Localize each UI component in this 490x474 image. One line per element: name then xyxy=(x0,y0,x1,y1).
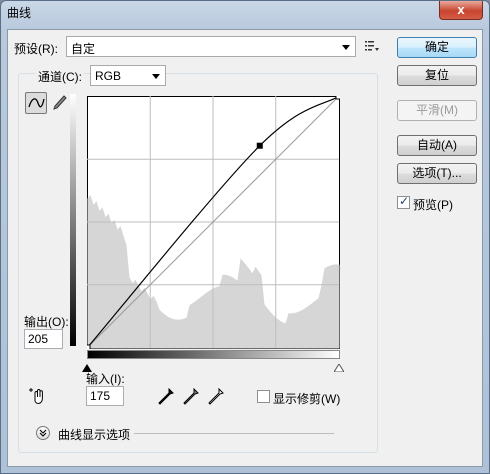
channel-select[interactable]: RGB xyxy=(90,65,166,86)
pencil-icon[interactable] xyxy=(52,94,68,112)
channel-label: 通道(C): xyxy=(36,68,84,85)
chevron-down-icon xyxy=(342,45,350,50)
black-eyedropper-icon[interactable] xyxy=(158,387,174,406)
chevron-down-icon xyxy=(152,74,160,79)
auto-button[interactable]: 自动(A) xyxy=(397,135,477,156)
preset-options-icon[interactable] xyxy=(365,40,379,52)
output-gradient-bar xyxy=(70,94,76,346)
options-divider xyxy=(134,433,334,434)
show-clipping-label: 显示修剪(W) xyxy=(273,392,341,406)
white-eyedropper-icon[interactable] xyxy=(208,387,224,406)
curve-display-options-label: 曲线显示选项 xyxy=(58,428,131,442)
ok-button[interactable]: 确定 xyxy=(397,37,477,58)
white-point-slider[interactable] xyxy=(333,361,345,373)
expand-options-icon[interactable] xyxy=(36,426,50,440)
channel-value: RGB xyxy=(95,69,122,83)
preset-label: 预设(R): xyxy=(14,42,58,56)
output-field[interactable]: 205 xyxy=(24,329,63,349)
hand-drag-icon[interactable] xyxy=(28,386,48,406)
curve-point-tool-icon[interactable] xyxy=(25,92,47,114)
gray-eyedropper-icon[interactable] xyxy=(183,387,199,406)
curve-control-point xyxy=(87,344,91,349)
preview-checkbox[interactable] xyxy=(397,194,410,209)
input-label: 输入(I): xyxy=(86,372,125,386)
curve-graph[interactable] xyxy=(87,96,340,349)
show-clipping-checkbox[interactable] xyxy=(257,390,270,403)
reset-button[interactable]: 复位 xyxy=(397,65,477,86)
curve-control-point xyxy=(335,96,340,100)
close-button[interactable]: x xyxy=(439,1,483,20)
options-button[interactable]: 选项(T)... xyxy=(397,163,477,184)
preset-select[interactable]: 自定 xyxy=(66,36,356,57)
input-gradient-bar xyxy=(87,350,340,359)
output-label: 输出(O): xyxy=(24,315,69,329)
title-bar: 曲线 x xyxy=(1,1,489,23)
black-point-slider[interactable] xyxy=(82,361,92,372)
curve-control-point xyxy=(256,142,263,149)
dialog-client-area: 预设(R): 自定 确定 复位 平滑(M) 自动(A) 选项(T)... 预览(… xyxy=(7,29,483,467)
input-field[interactable]: 175 xyxy=(86,386,124,406)
curves-dialog: 曲线 x 预设(R): 自定 确定 复位 平滑(M) 自动(A) 选项(T)..… xyxy=(0,0,490,474)
preset-value: 自定 xyxy=(71,42,96,56)
preview-label: 预览(P) xyxy=(413,198,453,212)
smooth-button: 平滑(M) xyxy=(397,100,477,121)
window-title: 曲线 xyxy=(7,6,32,20)
